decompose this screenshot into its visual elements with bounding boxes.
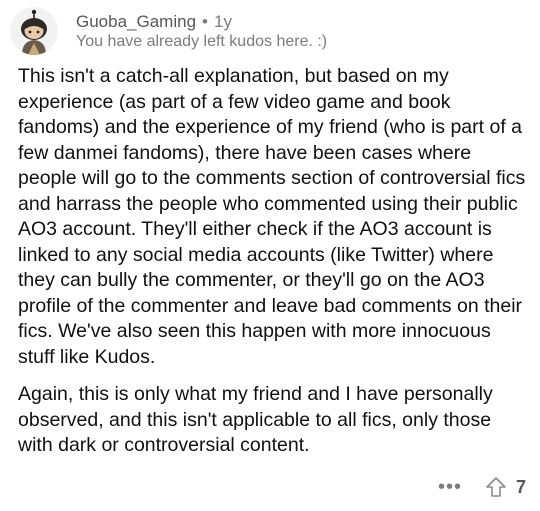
comment-actions: ••• 7	[438, 475, 526, 499]
upvote-button[interactable]: 7	[484, 475, 526, 499]
comment-body: This isn't a catch-all explanation, but …	[18, 64, 530, 471]
meta-separator: •	[202, 11, 208, 31]
comment: Guoba_Gaming • 1y You have already left ku…	[0, 0, 540, 511]
user-flair: You have already left kudos here. :)	[76, 32, 328, 50]
upvote-arrow-icon	[486, 477, 506, 497]
avatar-image	[10, 7, 58, 55]
meta-line: Guoba_Gaming • 1y	[76, 11, 327, 32]
comment-paragraph-1: This isn't a catch-all explanation, but …	[18, 65, 526, 368]
comment-age: 1y	[213, 11, 232, 31]
username-link[interactable]: Guoba_Gaming	[76, 12, 196, 31]
comment-meta: Guoba_Gaming • 1y You have already left ku…	[76, 11, 327, 52]
more-options-icon[interactable]: •••	[438, 477, 462, 497]
avatar[interactable]	[10, 7, 58, 55]
vote-score: 7	[515, 476, 526, 497]
comment-header: Guoba_Gaming • 1y You have already left ku…	[10, 4, 327, 58]
comment-paragraph-2: Again, this is only what my friend and I…	[18, 383, 493, 456]
